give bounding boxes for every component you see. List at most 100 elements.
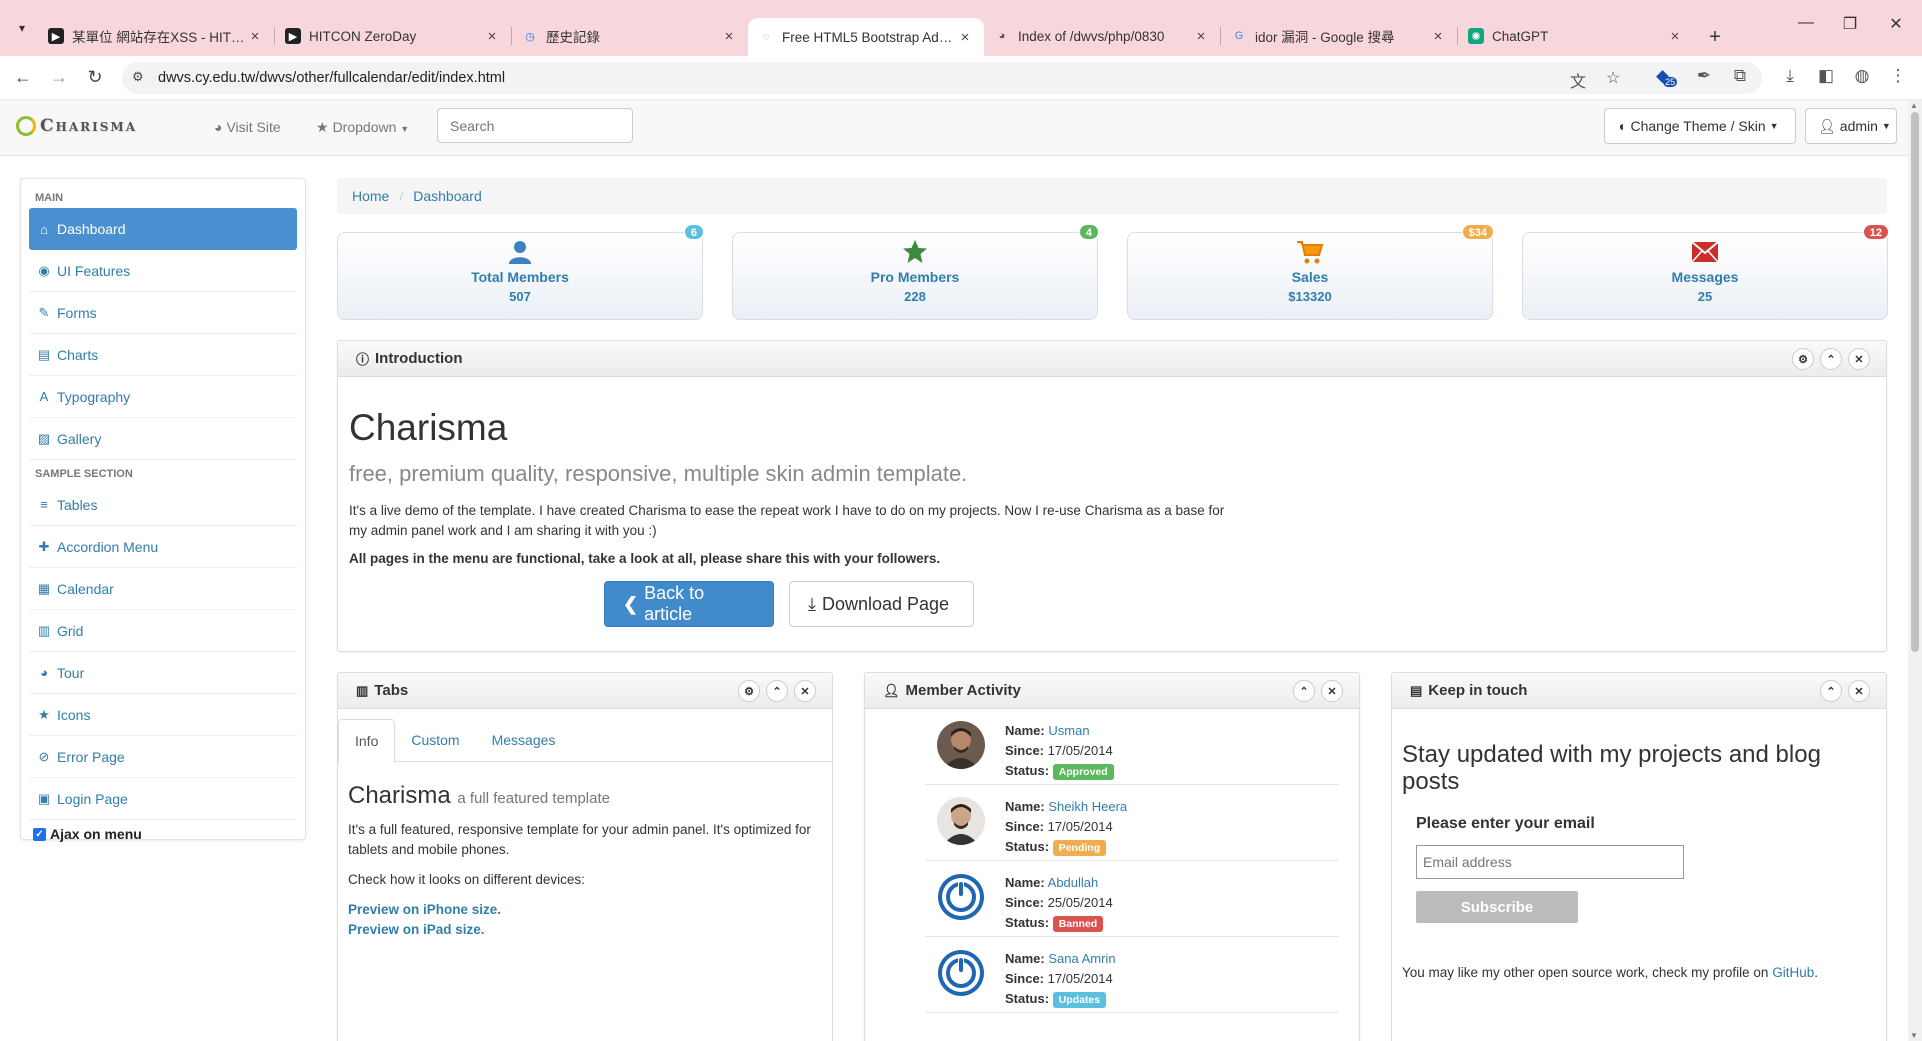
back-to-article-button[interactable]: ❮ Back to article <box>604 581 774 627</box>
sidebar-item-accordion-menu[interactable]: ✚ Accordion Menu <box>29 526 297 568</box>
url-text[interactable]: dwvs.cy.edu.tw/dwvs/other/fullcalendar/e… <box>158 70 505 86</box>
download-icon[interactable]: ⤓ <box>1778 66 1802 86</box>
scrollbar-thumb[interactable] <box>1911 112 1919 652</box>
translate-icon[interactable]: 文 <box>1570 68 1586 92</box>
member-name-link[interactable]: Sana Amrin <box>1048 951 1115 966</box>
tab-custom[interactable]: Custom <box>395 719 475 761</box>
sidebar-item-forms[interactable]: ✎ Forms <box>29 292 297 334</box>
side-panel-icon[interactable]: ◧ <box>1814 66 1838 86</box>
close-window-icon[interactable]: ✕ <box>1884 14 1908 34</box>
avatar[interactable] <box>937 797 985 845</box>
preview-iphone-link[interactable]: Preview on iPhone size. <box>348 900 822 920</box>
tab-info[interactable]: Info <box>338 719 396 763</box>
avatar[interactable] <box>937 949 985 997</box>
close-tab-icon[interactable]: × <box>1429 28 1447 45</box>
status-badge: Approved <box>1052 764 1114 780</box>
browser-tab[interactable]: ✺ ChatGPT × <box>1458 18 1694 54</box>
member-info: Name: Sana Amrin Since: 17/05/2014 Status:… <box>1005 949 1116 1009</box>
close-tab-icon[interactable]: × <box>956 29 974 46</box>
stat-box-messages[interactable]: Messages 25 12 <box>1522 224 1889 320</box>
collapse-chevron-up-icon[interactable]: ⌃ <box>1293 680 1315 702</box>
settings-icon[interactable]: ⚙ <box>1792 348 1814 370</box>
close-tab-icon[interactable]: × <box>720 28 738 45</box>
page-scrollbar[interactable]: ▲ ▼ <box>1908 100 1922 1041</box>
close-tab-icon[interactable]: × <box>1666 28 1684 45</box>
site-info-icon[interactable]: ⚙ <box>132 69 144 85</box>
reload-icon[interactable]: ↻ <box>84 67 106 88</box>
tab-messages[interactable]: Messages <box>476 719 572 761</box>
breadcrumb-home[interactable]: Home <box>352 188 389 204</box>
stat-box-total-members[interactable]: Total Members 507 6 <box>337 224 704 320</box>
sidebar-item-dashboard[interactable]: ⌂ Dashboard <box>29 208 297 250</box>
extension-icon[interactable]: ✒ <box>1692 66 1716 86</box>
breadcrumb: Home / Dashboard <box>337 178 1887 214</box>
sidebar-item-login-page[interactable]: ▣ Login Page <box>29 778 297 820</box>
preview-ipad-link[interactable]: Preview on iPad size. <box>348 920 822 940</box>
change-theme-button[interactable]: ◖ Change Theme / Skin ▼ <box>1604 108 1796 144</box>
new-tab-icon[interactable]: + <box>1700 22 1730 52</box>
minimize-icon[interactable]: — <box>1794 14 1818 32</box>
browser-tab[interactable]: ◕ Index of /dwvs/php/0830 × <box>984 18 1220 54</box>
close-icon[interactable]: ✕ <box>794 680 816 702</box>
close-icon[interactable]: ✕ <box>1848 348 1870 370</box>
collapse-chevron-up-icon[interactable]: ⌃ <box>1820 680 1842 702</box>
member-name-link[interactable]: Abdullah <box>1048 875 1099 890</box>
close-tab-icon[interactable]: × <box>483 28 501 45</box>
close-tab-icon[interactable]: × <box>1192 28 1210 45</box>
member-name-link[interactable]: Usman <box>1048 723 1089 738</box>
browser-tab[interactable]: ◷ 歷史記錄 × <box>512 18 748 54</box>
stat-box-sales[interactable]: Sales $13320 $34 <box>1127 224 1494 320</box>
close-icon[interactable]: ✕ <box>1321 680 1343 702</box>
extension-badge-icon[interactable]: ◆25 <box>1656 66 1680 87</box>
bookmark-star-icon[interactable]: ☆ <box>1606 68 1620 88</box>
browser-tab[interactable]: ◌ Free HTML5 Bootstrap Admin × <box>748 18 984 56</box>
browser-tab[interactable]: ▶ HITCON ZeroDay × <box>275 18 511 54</box>
forward-icon[interactable]: → <box>48 67 70 88</box>
browser-tab[interactable]: ▶ 某單位 網站存在XSS - HITCON × <box>38 18 274 54</box>
ajax-menu-toggle[interactable]: ✓ Ajax on menu <box>29 820 297 848</box>
sidebar-item-icons[interactable]: ★ Icons <box>29 694 297 736</box>
sidebar-item-tables[interactable]: ≡ Tables <box>29 484 297 526</box>
member-name-link[interactable]: Sheikh Heera <box>1048 799 1127 814</box>
puzzle-extensions-icon[interactable]: ⧉ <box>1728 66 1752 86</box>
back-icon[interactable]: ← <box>12 67 34 88</box>
sidebar-item-typography[interactable]: A Typography <box>29 376 297 418</box>
github-link[interactable]: GitHub <box>1772 965 1814 980</box>
sidebar-item-ui-features[interactable]: ◉ UI Features <box>29 250 297 292</box>
avatar[interactable] <box>937 721 985 769</box>
sidebar-item-grid[interactable]: ▥ Grid <box>29 610 297 652</box>
download-page-button[interactable]: ⤓ Download Page <box>789 581 974 627</box>
more-menu-icon[interactable]: ⋮ <box>1886 66 1910 86</box>
sidebar-item-gallery[interactable]: ▨ Gallery <box>29 418 297 460</box>
stat-box-pro-members[interactable]: Pro Members 228 4 <box>732 224 1099 320</box>
visit-site-link[interactable]: ◕ Visit Site <box>214 119 281 135</box>
star-icon: ★ <box>316 119 329 135</box>
subscribe-button[interactable]: Subscribe <box>1416 891 1578 923</box>
sidebar-item-charts[interactable]: ▤ Charts <box>29 334 297 376</box>
profile-avatar-icon[interactable]: ◍ <box>1850 66 1874 86</box>
close-tab-icon[interactable]: × <box>246 28 264 45</box>
breadcrumb-current[interactable]: Dashboard <box>413 188 482 204</box>
collapse-chevron-up-icon[interactable]: ⌃ <box>1820 348 1842 370</box>
search-input[interactable] <box>437 108 633 143</box>
email-field[interactable] <box>1416 845 1684 879</box>
scroll-up-arrow-icon[interactable]: ▲ <box>1910 101 1918 110</box>
settings-icon[interactable]: ⚙ <box>738 680 760 702</box>
sidebar-item-error-page[interactable]: ⊘ Error Page <box>29 736 297 778</box>
browser-tab[interactable]: Gidor 漏洞 - Google 搜尋 × <box>1221 18 1457 54</box>
scroll-down-arrow-icon[interactable]: ▼ <box>1910 1031 1918 1040</box>
dropdown-link[interactable]: ★ Dropdown ▼ <box>316 119 409 136</box>
sidebar-item-label: Dashboard <box>57 221 126 237</box>
checkbox-checked-icon[interactable]: ✓ <box>33 827 46 841</box>
tab-search-chevron-icon[interactable]: ▾ <box>8 14 36 42</box>
restore-icon[interactable]: ❐ <box>1838 14 1862 34</box>
avatar[interactable] <box>937 873 985 921</box>
omnibox[interactable]: ⚙ dwvs.cy.edu.tw/dwvs/other/fullcalendar… <box>122 62 1762 94</box>
collapse-chevron-up-icon[interactable]: ⌃ <box>766 680 788 702</box>
sidebar-item-calendar[interactable]: ▦ Calendar <box>29 568 297 610</box>
close-icon[interactable]: ✕ <box>1848 680 1870 702</box>
brand[interactable]: Charisma <box>16 116 137 136</box>
download-alt-icon: ⤓ <box>808 593 816 614</box>
sidebar-item-tour[interactable]: ◕ Tour <box>29 652 297 694</box>
user-menu-button[interactable]: 👤︎ admin ▼ <box>1805 108 1897 144</box>
